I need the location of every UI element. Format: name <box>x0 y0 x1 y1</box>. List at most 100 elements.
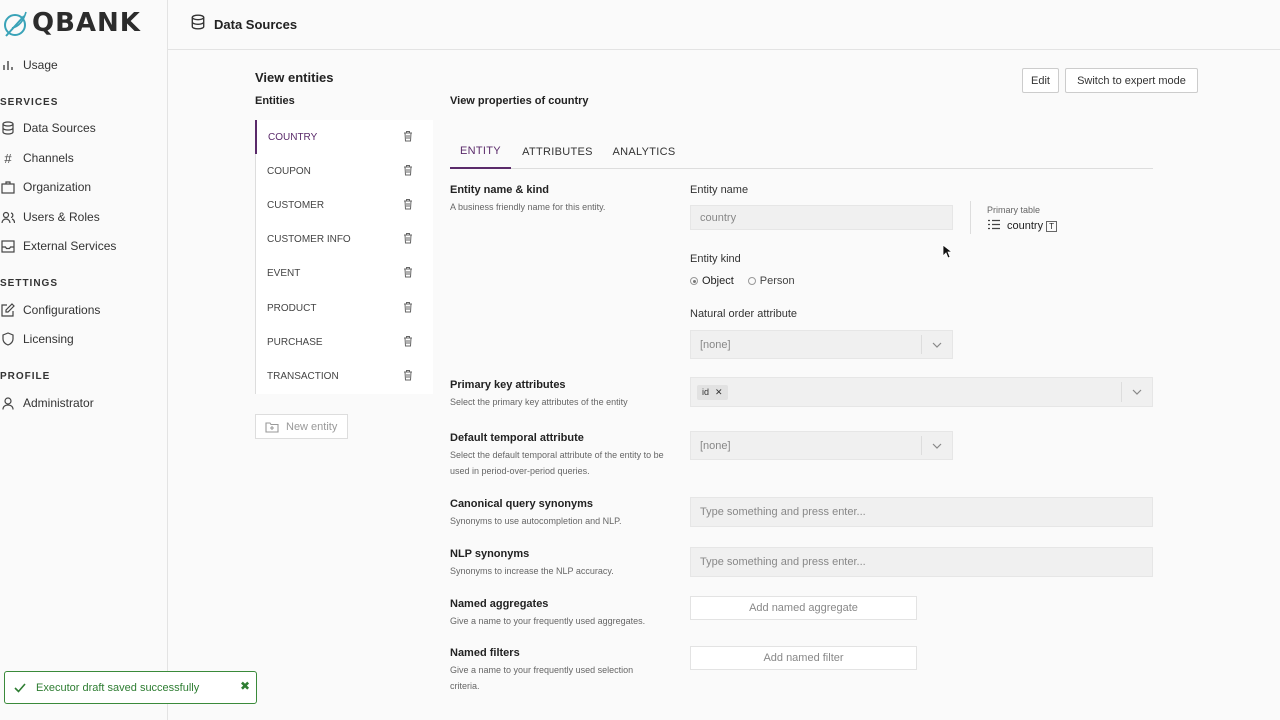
entity-item-customer-info[interactable]: CUSTOMER INFO <box>255 222 433 257</box>
sidebar-item-label: Configurations <box>23 303 101 317</box>
trash-icon[interactable] <box>403 301 413 316</box>
sidebar-item-label: Licensing <box>23 332 74 346</box>
chip-remove-icon[interactable]: ✕ <box>715 387 723 398</box>
entity-item-transaction[interactable]: TRANSACTION <box>255 359 433 394</box>
nav-section-settings: SETTINGS <box>0 278 59 289</box>
briefcase-icon <box>0 179 16 195</box>
add-named-filter-button[interactable]: Add named filter <box>690 646 917 670</box>
switch-expert-mode-button[interactable]: Switch to expert mode <box>1065 68 1198 93</box>
inbox-icon <box>0 238 16 254</box>
canonical-synonyms-input[interactable]: Type something and press enter... <box>690 497 1153 527</box>
nlp-desc: Synonyms to increase the NLP accuracy. <box>450 566 614 576</box>
primary-key-desc: Select the primary key attributes of the… <box>450 397 628 407</box>
sidebar-item-organization[interactable]: Organization <box>0 177 91 197</box>
pk-chip[interactable]: id ✕ <box>697 384 728 400</box>
new-entity-label: New entity <box>286 420 338 433</box>
database-icon <box>190 14 206 35</box>
chevron-down-icon <box>1132 386 1142 398</box>
entity-name-kind-desc: A business friendly name for this entity… <box>450 202 606 212</box>
sidebar-item-usage[interactable]: Usage <box>0 55 58 75</box>
bar-chart-icon <box>0 57 16 73</box>
placeholder: Type something and press enter... <box>700 556 866 568</box>
sidebar-item-administrator[interactable]: Administrator <box>0 393 94 413</box>
aggregates-title: Named aggregates <box>450 598 549 610</box>
radio-person[interactable]: Person <box>747 275 795 287</box>
new-entity-button[interactable]: New entity <box>255 414 348 439</box>
radio-selected-icon <box>690 277 698 285</box>
trash-icon[interactable] <box>403 266 413 281</box>
tab-attributes[interactable]: ATTRIBUTES <box>517 134 598 169</box>
placeholder: Type something and press enter... <box>700 506 866 518</box>
primary-table: country T <box>987 219 1058 233</box>
trash-icon[interactable] <box>403 130 413 145</box>
entity-item-purchase[interactable]: PURCHASE <box>255 325 433 360</box>
canonical-title: Canonical query synonyms <box>450 498 594 510</box>
entity-label: CUSTOMER INFO <box>267 234 351 246</box>
entity-label: PRODUCT <box>267 302 317 314</box>
entity-name-field[interactable]: country <box>690 205 953 230</box>
primary-table-label: Primary table <box>987 205 1041 215</box>
entity-label: TRANSACTION <box>267 370 339 382</box>
success-toast: Executor draft saved successfully ✖ <box>4 671 257 704</box>
natural-order-label: Natural order attribute <box>690 308 797 320</box>
sidebar-item-channels[interactable]: # Channels <box>0 148 74 168</box>
sidebar: QBANK Usage SERVICES Data Sources # Chan… <box>0 0 168 720</box>
sidebar-item-external-services[interactable]: External Services <box>0 236 116 256</box>
tab-analytics[interactable]: ANALYTICS <box>608 134 680 169</box>
text-type-icon: T <box>1046 220 1058 232</box>
tab-entity[interactable]: ENTITY <box>450 134 511 169</box>
feather-logo-icon <box>4 11 27 37</box>
sidebar-item-data-sources[interactable]: Data Sources <box>0 118 96 138</box>
page-header: Data Sources <box>168 0 1280 50</box>
chevron-down-icon <box>932 440 942 452</box>
sidebar-item-label: Administrator <box>23 396 94 410</box>
chevron-down-icon <box>932 339 942 351</box>
filters-desc: Give a name to your frequently used sele… <box>450 665 634 691</box>
entity-item-customer[interactable]: CUSTOMER <box>255 188 433 223</box>
radio-object[interactable]: Object <box>690 275 734 287</box>
canonical-desc: Synonyms to use autocompletion and NLP. <box>450 516 622 526</box>
nav-section-services: SERVICES <box>0 97 59 108</box>
nlp-synonyms-input[interactable]: Type something and press enter... <box>690 547 1153 577</box>
close-icon[interactable]: ✖ <box>240 679 250 693</box>
primary-key-select[interactable]: id ✕ <box>690 377 1153 407</box>
entity-name-value: country <box>700 211 737 224</box>
folder-plus-icon <box>265 421 279 433</box>
toast-message: Executor draft saved successfully <box>36 681 200 694</box>
add-named-aggregate-button[interactable]: Add named aggregate <box>690 596 917 620</box>
sidebar-item-label: Users & Roles <box>23 210 100 224</box>
trash-icon[interactable] <box>403 198 413 213</box>
entity-label: PURCHASE <box>267 336 323 348</box>
select-divider <box>921 436 922 455</box>
trash-icon[interactable] <box>403 164 413 179</box>
entity-label: COUNTRY <box>268 131 318 143</box>
tab-bar: ENTITY ATTRIBUTES ANALYTICS <box>450 134 1153 169</box>
entity-item-coupon[interactable]: COUPON <box>255 154 433 189</box>
edit-button[interactable]: Edit <box>1022 68 1059 93</box>
entity-kind-radio-group: Object Person <box>690 275 795 287</box>
temporal-select[interactable]: [none] <box>690 431 953 460</box>
entity-label: EVENT <box>267 268 301 280</box>
page-title: Data Sources <box>214 17 298 32</box>
user-icon <box>0 395 16 411</box>
check-icon <box>14 682 26 693</box>
divider <box>970 201 971 234</box>
trash-icon[interactable] <box>403 335 413 350</box>
logo[interactable]: QBANK <box>2 8 141 38</box>
entity-item-product[interactable]: PRODUCT <box>255 290 433 326</box>
sidebar-item-label: Channels <box>23 151 74 165</box>
entity-kind-label: Entity kind <box>690 253 741 265</box>
entity-item-event[interactable]: EVENT <box>255 256 433 291</box>
shield-icon <box>0 331 16 347</box>
properties-title: View properties of country <box>450 95 589 107</box>
entity-item-country[interactable]: COUNTRY <box>255 120 433 155</box>
chip-label: id <box>702 387 710 397</box>
trash-icon[interactable] <box>403 369 413 384</box>
sidebar-item-label: External Services <box>23 239 117 253</box>
natural-order-select[interactable]: [none] <box>690 330 953 359</box>
nlp-title: NLP synonyms <box>450 548 530 560</box>
trash-icon[interactable] <box>403 232 413 247</box>
sidebar-item-licensing[interactable]: Licensing <box>0 329 74 349</box>
sidebar-item-users-roles[interactable]: Users & Roles <box>0 207 100 227</box>
sidebar-item-configurations[interactable]: Configurations <box>0 300 100 320</box>
